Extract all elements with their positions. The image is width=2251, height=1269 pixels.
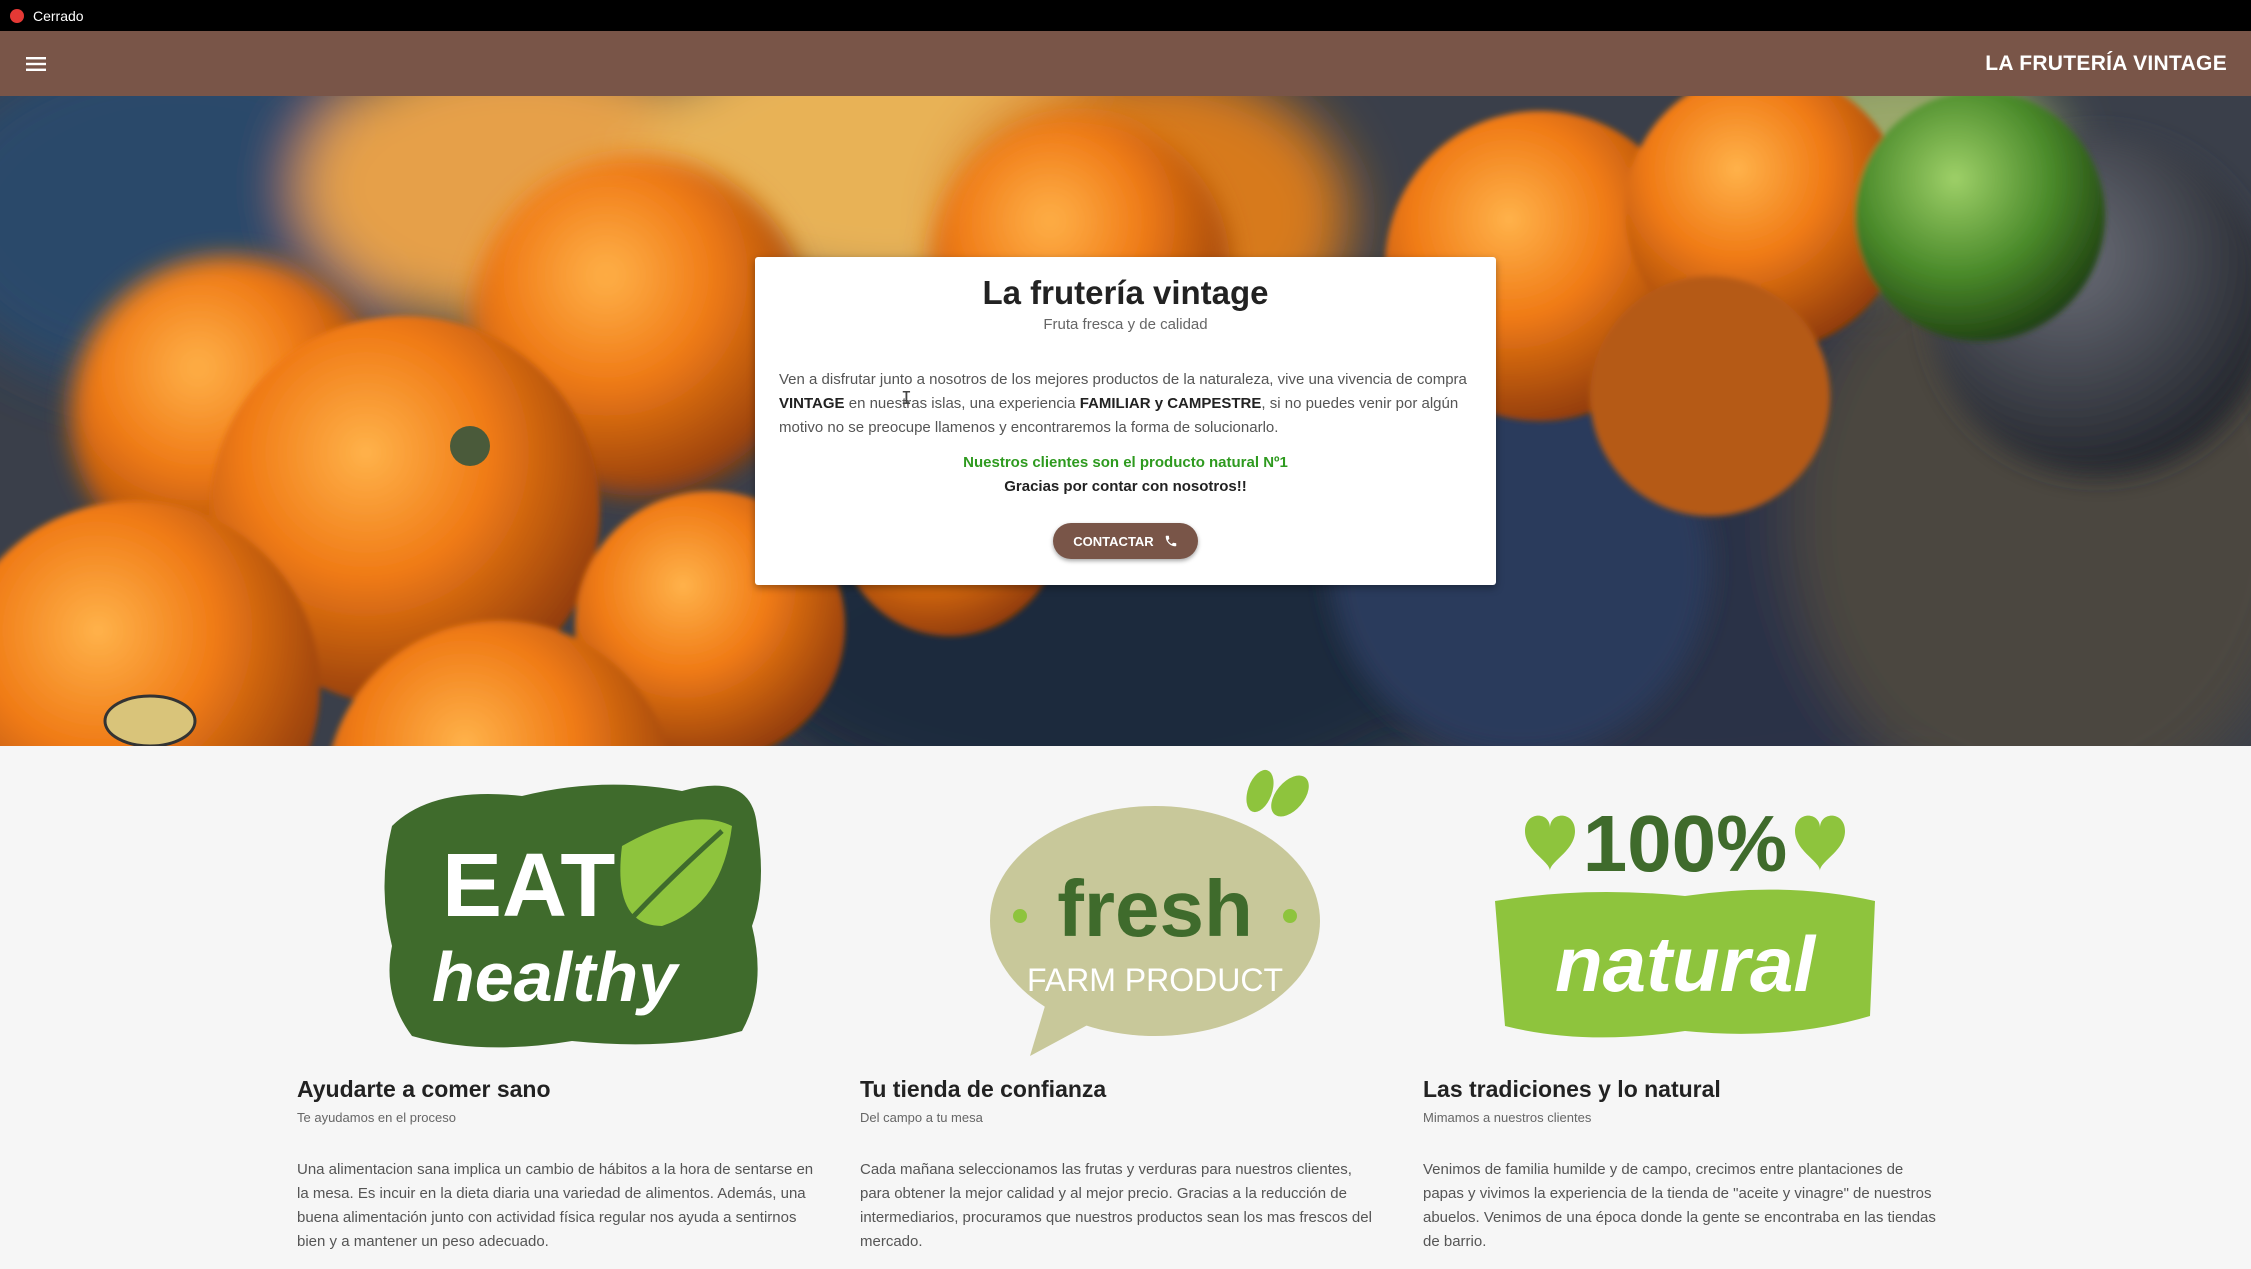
healthy-logo-text: healthy [432, 938, 680, 1016]
card-bold-vintage: VINTAGE [779, 395, 845, 412]
feature-subtitle: Te ayudamos en el proceso [297, 1110, 456, 1125]
feature-title: Tu tienda de confianza [860, 1076, 1107, 1102]
card-subtitle: Fruta fresca y de calidad [1043, 316, 1208, 333]
phone-icon [1165, 535, 1176, 547]
card-bold-familiar: FAMILIAR y CAMPESTRE [1079, 395, 1262, 412]
feature-text: Venimos de familia humilde y de campo, c… [1423, 1161, 1936, 1250]
status-dot-icon [10, 8, 24, 23]
contact-button[interactable]: CONTACTAR [1053, 523, 1198, 559]
card-highlight: Nuestros clientes son el producto natura… [963, 454, 1288, 471]
farm-product-logo-text: FARM PRODUCT [1027, 962, 1283, 998]
eat-logo-text: EAT [442, 836, 615, 936]
feature-subtitle: Mimamos a nuestros clientes [1423, 1110, 1592, 1125]
card-text-2: en nuestras islas, una experiencia [844, 395, 1080, 412]
hamburger-menu-icon[interactable] [24, 52, 48, 76]
fresh-farm-logo: fresh FARM PRODUCT [990, 769, 1320, 1056]
natural-logo: 100% natural [1495, 799, 1875, 1038]
window-status-bar: Cerrado [0, 0, 2251, 31]
card-text-1: Ven a disfrutar junto a nosotros de los … [779, 371, 1467, 388]
card-thanks: Gracias por contar con nosotros!! [1004, 478, 1247, 495]
eat-healthy-logo: EAT healthy [384, 784, 761, 1048]
feature-subtitle: Del campo a tu mesa [860, 1110, 983, 1125]
card-title: La frutería vintage [982, 274, 1269, 311]
contact-button-label: CONTACTAR [1073, 533, 1154, 549]
status-label: Cerrado [33, 7, 84, 24]
fresh-logo-text: fresh [1057, 864, 1253, 953]
hundred-percent-logo-text: 100% [1583, 799, 1788, 888]
intro-card: La frutería vintage Fruta fresca y de ca… [755, 257, 1496, 585]
feature-text: Cada mañana seleccionamos las frutas y v… [860, 1161, 1372, 1250]
feature-title: Las tradiciones y lo natural [1423, 1076, 1721, 1102]
text-cursor-icon: I [901, 388, 912, 409]
card-description: Ven a disfrutar junto a nosotros de los … [779, 368, 1479, 440]
features-section: EAT healthy Ayudarte a comer sano Te ayu… [0, 746, 2251, 1269]
app-bar: LA FRUTERÍA VINTAGE [0, 31, 2251, 96]
brand-title[interactable]: LA FRUTERÍA VINTAGE [1985, 52, 2227, 76]
feature-text: Una alimentacion sana implica un cambio … [297, 1161, 814, 1250]
hero-banner: La frutería vintage Fruta fresca y de ca… [0, 96, 2251, 746]
natural-logo-text: natural [1555, 920, 1816, 1008]
feature-title: Ayudarte a comer sano [297, 1076, 551, 1102]
